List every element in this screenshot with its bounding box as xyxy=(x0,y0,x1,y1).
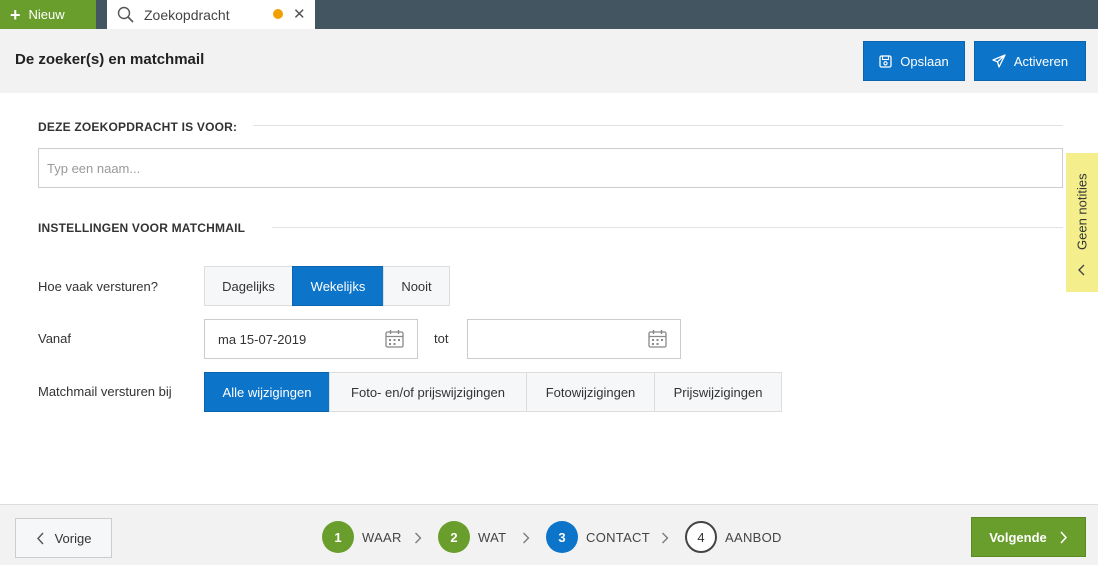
frequency-option-wekelijks[interactable]: Wekelijks xyxy=(292,266,384,306)
trigger-option-photo[interactable]: Fotowijzigingen xyxy=(526,372,655,412)
from-date-field[interactable]: ma 15-07-2019 xyxy=(204,319,418,359)
step-label: WAT xyxy=(478,529,507,545)
trigger-option-all[interactable]: Alle wijzigingen xyxy=(204,372,330,412)
step-label: CONTACT xyxy=(586,529,650,545)
notes-side-tab[interactable]: Geen notities xyxy=(1066,153,1098,292)
previous-button[interactable]: Vorige xyxy=(15,518,112,558)
section-divider xyxy=(272,227,1063,228)
page-header: De zoeker(s) en matchmail Opslaan Active… xyxy=(0,29,1098,93)
frequency-option-nooit[interactable]: Nooit xyxy=(383,266,450,306)
step-number: 1 xyxy=(322,521,354,553)
frequency-toggle: Dagelijks Wekelijks Nooit xyxy=(204,266,450,306)
step-aanbod[interactable]: 4 AANBOD xyxy=(685,521,782,553)
from-label: Vanaf xyxy=(38,331,72,346)
chevron-right-icon xyxy=(662,532,669,544)
section-divider xyxy=(253,125,1063,126)
search-icon xyxy=(117,6,134,23)
chevron-left-icon xyxy=(1078,264,1085,276)
wizard-footer: Vorige 1 WAAR 2 WAT 3 CONTACT 4 AANBOD V… xyxy=(0,504,1098,565)
new-button-label: Nieuw xyxy=(28,7,65,22)
step-label: AANBOD xyxy=(725,529,782,545)
activate-button[interactable]: Activeren xyxy=(974,41,1086,81)
from-date-value: ma 15-07-2019 xyxy=(218,331,307,347)
save-button[interactable]: Opslaan xyxy=(863,41,965,81)
next-button[interactable]: Volgende xyxy=(971,517,1086,557)
calendar-icon[interactable] xyxy=(648,329,667,348)
tab-title: Zoekopdracht xyxy=(144,6,230,23)
save-icon xyxy=(879,54,892,68)
chevron-right-icon xyxy=(1060,530,1067,544)
section-heading-for: DEZE ZOEKOPDRACHT IS VOOR: xyxy=(38,120,238,134)
paper-plane-icon xyxy=(992,54,1006,68)
frequency-option-dagelijks[interactable]: Dagelijks xyxy=(204,266,293,306)
next-button-label: Volgende xyxy=(989,529,1047,545)
save-button-label: Opslaan xyxy=(900,53,949,69)
section-heading-matchmail: INSTELLINGEN VOOR MATCHMAIL xyxy=(38,221,246,235)
step-number: 4 xyxy=(685,521,717,553)
trigger-label: Matchmail versturen bij xyxy=(38,384,172,399)
step-label: WAAR xyxy=(362,529,402,545)
chevron-left-icon xyxy=(36,532,44,544)
step-wat[interactable]: 2 WAT xyxy=(438,521,506,553)
activate-button-label: Activeren xyxy=(1013,53,1069,69)
step-waar[interactable]: 1 WAAR xyxy=(322,521,402,553)
trigger-option-price[interactable]: Prijswijzigingen xyxy=(654,372,782,412)
unsaved-indicator xyxy=(273,9,283,19)
to-label: tot xyxy=(434,331,449,346)
to-date-field[interactable] xyxy=(467,319,681,359)
step-number: 3 xyxy=(546,521,578,553)
notes-label: Geen notities xyxy=(1074,173,1090,251)
close-icon[interactable]: ✕ xyxy=(293,5,306,23)
trigger-toggle: Alle wijzigingen Foto- en/of prijswijzig… xyxy=(204,372,782,412)
new-button[interactable]: + Nieuw xyxy=(0,0,96,29)
top-tab-bar: + Nieuw Zoekopdracht ✕ xyxy=(0,0,1098,29)
step-contact[interactable]: 3 CONTACT xyxy=(546,521,650,553)
chevron-right-icon xyxy=(523,532,530,544)
step-number: 2 xyxy=(438,521,470,553)
calendar-icon[interactable] xyxy=(385,329,404,348)
trigger-option-photo-price[interactable]: Foto- en/of prijswijzigingen xyxy=(329,372,527,412)
plus-icon: + xyxy=(10,4,21,25)
page-title: De zoeker(s) en matchmail xyxy=(15,51,205,68)
previous-button-label: Vorige xyxy=(54,530,92,546)
tab-zoekopdracht[interactable]: Zoekopdracht ✕ xyxy=(107,0,315,29)
chevron-right-icon xyxy=(415,532,422,544)
name-input[interactable] xyxy=(38,148,1063,188)
frequency-label: Hoe vaak versturen? xyxy=(38,279,158,294)
